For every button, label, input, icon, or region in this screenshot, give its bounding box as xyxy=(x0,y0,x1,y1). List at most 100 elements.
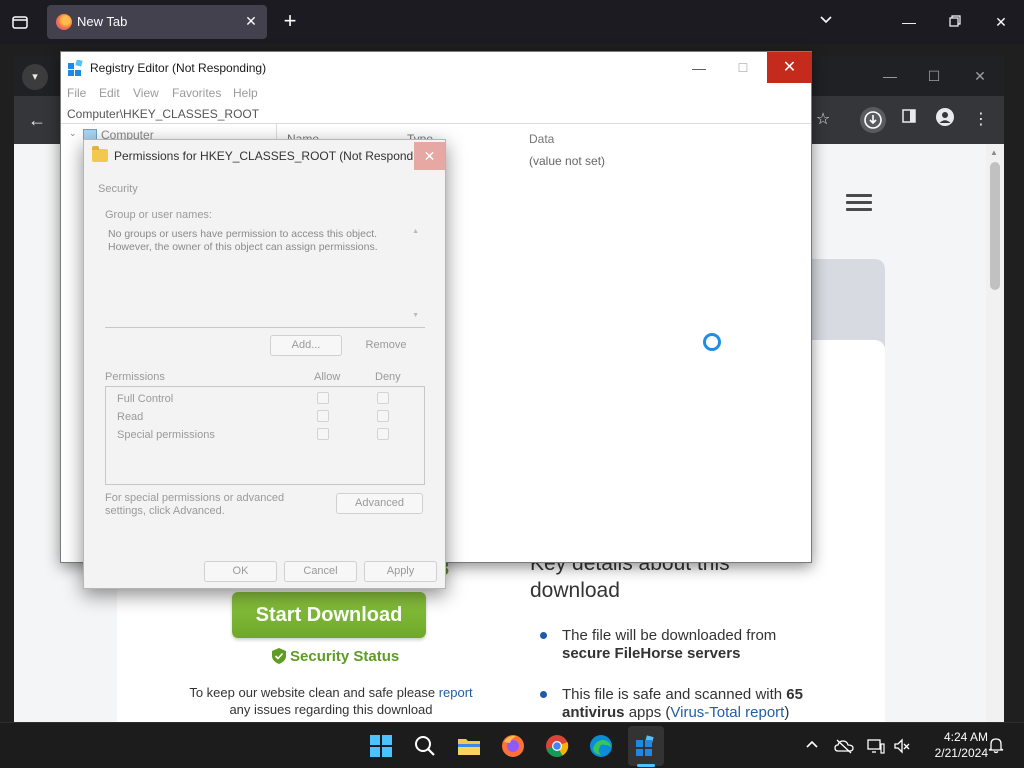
chevron-down-icon[interactable]: ⌄ xyxy=(69,128,77,139)
restore-button[interactable] xyxy=(945,12,965,32)
registry-editor-titlebar[interactable]: Registry Editor (Not Responding) — ☐ ✕ xyxy=(61,52,812,83)
search-icon[interactable] xyxy=(411,732,439,760)
network-icon[interactable] xyxy=(866,736,886,756)
new-tab-button[interactable]: + xyxy=(280,10,300,32)
back-arrow-icon[interactable]: ← xyxy=(28,110,48,130)
folder-icon xyxy=(92,146,108,162)
allow-special-checkbox[interactable] xyxy=(317,428,329,440)
bullet-dot xyxy=(540,691,547,698)
allow-read-checkbox[interactable] xyxy=(317,410,329,422)
allow-full-control-checkbox[interactable] xyxy=(317,392,329,404)
chrome-taskbar-icon[interactable] xyxy=(543,732,571,760)
minimize-button[interactable]: — xyxy=(899,12,919,32)
dialog-titlebar[interactable]: Permissions for HKEY_CLASSES_ROOT (Not R… xyxy=(84,140,445,171)
ok-button[interactable]: OK xyxy=(204,561,277,582)
registry-editor-icon xyxy=(68,59,84,76)
perm-row-special: Special permissions xyxy=(117,429,215,441)
deny-read-checkbox[interactable] xyxy=(377,410,389,422)
system-clock[interactable]: 4:24 AM 2/21/2024 xyxy=(918,729,988,761)
column-data[interactable]: Data xyxy=(529,132,554,146)
address-bar[interactable]: Computer\HKEY_CLASSES_ROOT xyxy=(61,104,811,124)
menu-kebab-icon[interactable]: ⋮ xyxy=(968,107,994,133)
file-explorer-icon[interactable] xyxy=(455,732,483,760)
loading-spinner-icon xyxy=(703,333,721,351)
report-note: To keep our website clean and safe pleas… xyxy=(166,684,496,718)
tab-search-icon[interactable]: ▾ xyxy=(22,64,48,90)
page-scrollbar[interactable]: ▲ xyxy=(986,144,1004,726)
tab-security[interactable]: Security xyxy=(98,183,138,195)
bookmark-star-icon[interactable]: ☆ xyxy=(810,107,836,133)
deny-full-control-checkbox[interactable] xyxy=(377,392,389,404)
security-status-link[interactable]: Security Status xyxy=(272,648,399,668)
report-link[interactable]: report xyxy=(439,685,473,700)
list-item: This file is safe and scanned with 65 an… xyxy=(540,686,840,722)
report-note-text: To keep our website clean and safe pleas… xyxy=(189,685,439,700)
tab-list-icon[interactable] xyxy=(10,12,30,32)
scroll-down-arrow-icon[interactable]: ▼ xyxy=(412,312,419,319)
menu-bar: File Edit View Favorites Help xyxy=(61,83,811,103)
permissions-label: Permissions xyxy=(105,371,165,383)
chevron-down-icon[interactable] xyxy=(816,12,836,32)
add-button[interactable]: Add... xyxy=(270,335,342,356)
window-title: Registry Editor (Not Responding) xyxy=(90,61,267,75)
remove-button[interactable]: Remove xyxy=(350,335,422,356)
menu-view[interactable]: View xyxy=(133,86,159,100)
download-icon[interactable] xyxy=(860,107,886,133)
menu-help[interactable]: Help xyxy=(233,86,258,100)
close-button[interactable]: ✕ xyxy=(414,142,445,170)
list-item: The file will be downloaded from secure … xyxy=(540,627,840,663)
firefox-taskbar-icon[interactable] xyxy=(499,732,527,760)
menu-file[interactable]: File xyxy=(67,86,86,100)
group-label: Group or user names: xyxy=(105,209,212,221)
maximize-button[interactable]: ☐ xyxy=(924,66,944,86)
scroll-up-arrow-icon[interactable]: ▲ xyxy=(412,228,419,235)
hamburger-menu-icon[interactable] xyxy=(846,194,872,212)
close-window-button[interactable]: ✕ xyxy=(970,66,990,86)
scrollbar-thumb[interactable] xyxy=(990,162,1000,290)
allow-header: Allow xyxy=(314,371,341,383)
start-download-button[interactable]: Start Download xyxy=(232,592,426,638)
clock-date: 2/21/2024 xyxy=(934,746,988,760)
report-note-text-2: any issues regarding this download xyxy=(229,702,433,717)
bullet-text: apps ( xyxy=(624,704,671,721)
scroll-up-arrow-icon[interactable]: ▲ xyxy=(990,148,998,157)
group-listbox[interactable]: No groups or users have permission to ac… xyxy=(105,224,425,328)
side-panel-icon[interactable] xyxy=(896,107,922,133)
security-status-label: Security Status xyxy=(290,648,400,665)
advanced-button[interactable]: Advanced xyxy=(336,493,423,514)
volume-muted-icon[interactable] xyxy=(892,736,912,756)
deny-header: Deny xyxy=(375,371,401,383)
bullet-text: ) xyxy=(784,704,790,721)
maximize-button[interactable]: ☐ xyxy=(733,58,753,78)
cancel-button[interactable]: Cancel xyxy=(284,561,357,582)
profile-avatar-icon[interactable] xyxy=(932,107,958,133)
menu-edit[interactable]: Edit xyxy=(99,86,120,100)
notification-bell-icon[interactable] xyxy=(986,736,1006,756)
firefox-tab-strip: New Tab ✕ + — ✕ xyxy=(0,0,1024,44)
value-data-cell: (value not set) xyxy=(529,154,606,168)
permissions-dialog: Permissions for HKEY_CLASSES_ROOT (Not R… xyxy=(83,139,446,589)
deny-special-checkbox[interactable] xyxy=(377,428,389,440)
group-empty-message: No groups or users have permission to ac… xyxy=(108,228,378,253)
shield-check-icon xyxy=(272,648,286,664)
edge-taskbar-icon[interactable] xyxy=(587,732,615,760)
registry-editor-taskbar-icon[interactable] xyxy=(632,732,660,760)
onedrive-cloud-icon[interactable] xyxy=(834,736,854,756)
minimize-button[interactable]: — xyxy=(880,66,900,86)
tab-new-tab[interactable]: New Tab ✕ xyxy=(47,5,267,39)
bullet-text: This file is safe and scanned with xyxy=(562,686,787,703)
bullet-bold-text: secure FileHorse servers xyxy=(562,645,741,662)
minimize-button[interactable]: — xyxy=(689,58,709,78)
chevron-up-icon[interactable] xyxy=(802,736,822,756)
permissions-table: Full Control Read Special permissions xyxy=(105,386,425,485)
clock-time: 4:24 AM xyxy=(943,730,988,744)
apply-button[interactable]: Apply xyxy=(364,561,437,582)
close-tab-icon[interactable]: ✕ xyxy=(243,13,259,29)
close-window-button[interactable]: ✕ xyxy=(991,12,1011,32)
close-button[interactable]: ✕ xyxy=(767,52,812,83)
perm-row-full-control: Full Control xyxy=(117,393,174,405)
windows-start-icon[interactable] xyxy=(367,732,395,760)
menu-favorites[interactable]: Favorites xyxy=(172,86,221,100)
dialog-title: Permissions for HKEY_CLASSES_ROOT (Not R… xyxy=(114,149,434,163)
virus-total-link[interactable]: Virus-Total report xyxy=(670,704,784,721)
